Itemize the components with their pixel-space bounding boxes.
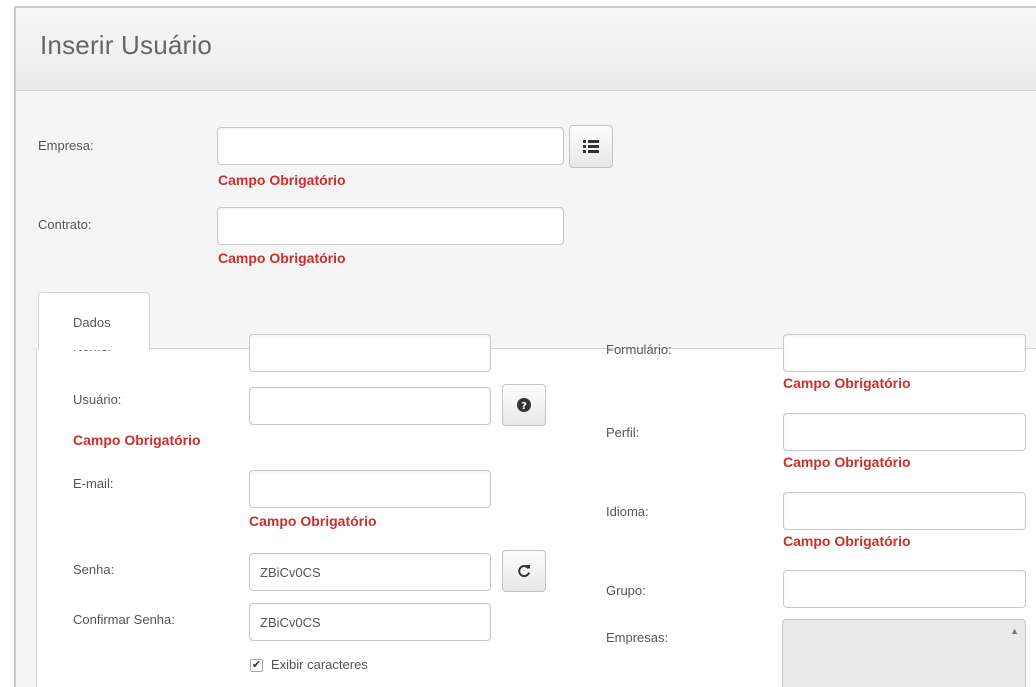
senha-regenerate-button[interactable] <box>502 550 546 592</box>
senha-input[interactable] <box>249 553 491 591</box>
email-label: E-mail: <box>73 476 114 491</box>
contrato-input[interactable] <box>217 207 564 245</box>
empresa-label: Empresa: <box>38 138 94 153</box>
idioma-required-msg: Campo Obrigatório <box>783 533 911 549</box>
exibir-caracteres-checkbox[interactable]: ✔ <box>250 659 263 672</box>
usuario-required-msg: Campo Obrigatório <box>73 432 201 448</box>
formulario-input[interactable] <box>783 334 1026 372</box>
grupo-label: Grupo: <box>606 583 646 598</box>
tab-dados[interactable]: Dados <box>38 292 150 350</box>
formulario-label: Formulário: <box>606 342 672 357</box>
email-required-msg: Campo Obrigatório <box>249 513 377 529</box>
contrato-required-msg: Campo Obrigatório <box>218 250 346 266</box>
refresh-icon <box>518 565 530 577</box>
empresa-required-msg: Campo Obrigatório <box>218 172 346 188</box>
formulario-required-msg: Campo Obrigatório <box>783 375 911 391</box>
empresas-multiselect[interactable]: ▲ <box>782 619 1026 687</box>
nome-input[interactable] <box>249 334 491 372</box>
perfil-input[interactable] <box>783 413 1026 451</box>
usuario-label: Usuário: <box>73 392 122 407</box>
exibir-caracteres-label: Exibir caracteres <box>271 657 368 672</box>
grupo-input[interactable] <box>783 570 1026 608</box>
empresas-label: Empresas: <box>606 630 669 645</box>
scroll-up-icon[interactable]: ▲ <box>1010 626 1019 636</box>
perfil-label: Perfil: <box>606 425 640 440</box>
svg-text:?: ? <box>521 401 527 412</box>
question-circle-icon: ? <box>517 398 531 412</box>
confirmar-senha-label: Confirmar Senha: <box>73 612 175 627</box>
empresa-lookup-button[interactable] <box>569 125 613 168</box>
list-icon <box>583 140 599 153</box>
page-header: Inserir Usuário <box>16 8 1036 91</box>
contrato-label: Contrato: <box>38 217 92 232</box>
tab-dados-label: Dados <box>73 315 111 330</box>
page-title: Inserir Usuário <box>40 30 213 60</box>
idioma-input[interactable] <box>783 492 1026 530</box>
usuario-help-button[interactable]: ? <box>502 384 546 426</box>
perfil-required-msg: Campo Obrigatório <box>783 454 911 470</box>
email-input[interactable] <box>249 470 491 508</box>
usuario-input[interactable] <box>249 387 491 425</box>
empresa-input[interactable] <box>217 127 564 165</box>
confirmar-senha-input[interactable] <box>249 603 491 641</box>
senha-label: Senha: <box>73 562 115 577</box>
idioma-label: Idioma: <box>606 504 649 519</box>
